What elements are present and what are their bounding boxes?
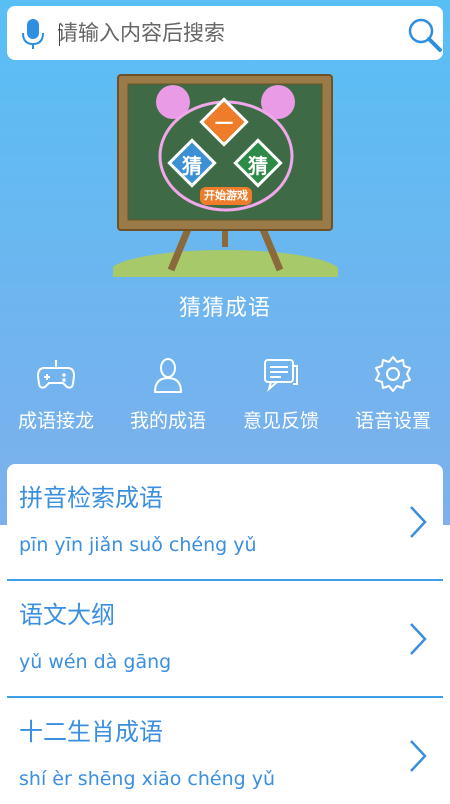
board-char-right: 猜 bbox=[248, 154, 268, 178]
list-item-chinese-syllabus[interactable]: 语文大纲 yǔ wén dà gāng bbox=[7, 581, 443, 698]
menu-item-feedback[interactable]: 意见反馈 bbox=[225, 350, 337, 440]
menu-label-voice-settings: 语音设置 bbox=[354, 410, 431, 432]
search-input[interactable] bbox=[57, 16, 387, 50]
microphone-icon[interactable] bbox=[21, 18, 45, 50]
list-item-zodiac-idioms[interactable]: 十二生肖成语 shí èr shēng xiāo chéng yǔ bbox=[7, 698, 443, 804]
list-item-title: 十二生肖成语 bbox=[19, 718, 163, 746]
list-item-title: 拼音检索成语 bbox=[19, 484, 163, 512]
chalkboard-illustration bbox=[110, 74, 340, 294]
list-item-pinyin: yǔ wén dà gāng bbox=[19, 651, 172, 673]
chevron-right-icon bbox=[410, 506, 427, 538]
search-icon[interactable] bbox=[407, 17, 443, 53]
menu-label-my-idioms: 我的成语 bbox=[129, 410, 206, 432]
board-char-top: 一 bbox=[215, 114, 233, 135]
menu-label-idiom-chain: 成语接龙 bbox=[17, 410, 94, 432]
menu-item-my-idioms[interactable]: 我的成语 bbox=[112, 350, 224, 440]
start-game-button[interactable]: 开始游戏 bbox=[200, 188, 252, 204]
feedback-icon bbox=[264, 359, 298, 392]
game-board[interactable]: 一 猜 猜 开始游戏 bbox=[110, 72, 340, 294]
text-caret bbox=[59, 24, 60, 46]
board-char-left: 猜 bbox=[182, 154, 202, 178]
menu-label-feedback: 意见反馈 bbox=[242, 410, 319, 432]
chevron-right-icon bbox=[410, 623, 427, 655]
chevron-right-icon bbox=[410, 740, 427, 772]
search-bar bbox=[7, 6, 443, 60]
quick-menu: 成语接龙 我的成语 意见反馈 语音设置 bbox=[0, 350, 450, 440]
category-list: 拼音检索成语 pīn yīn jiǎn suǒ chéng yǔ 语文大纲 yǔ… bbox=[7, 464, 443, 804]
menu-item-idiom-chain[interactable]: 成语接龙 bbox=[0, 350, 112, 440]
game-title[interactable]: 猜猜成语 bbox=[0, 290, 450, 322]
list-item-pinyin: pīn yīn jiǎn suǒ chéng yǔ bbox=[19, 534, 257, 556]
list-item-pinyin: shí èr shēng xiāo chéng yǔ bbox=[19, 768, 276, 790]
list-item-title: 语文大纲 bbox=[19, 601, 115, 629]
list-item-pinyin-search[interactable]: 拼音检索成语 pīn yīn jiǎn suǒ chéng yǔ bbox=[7, 464, 443, 581]
gamepad-icon bbox=[36, 360, 76, 389]
user-icon bbox=[153, 358, 183, 393]
menu-item-voice-settings[interactable]: 语音设置 bbox=[337, 350, 449, 440]
gear-icon bbox=[375, 356, 411, 392]
